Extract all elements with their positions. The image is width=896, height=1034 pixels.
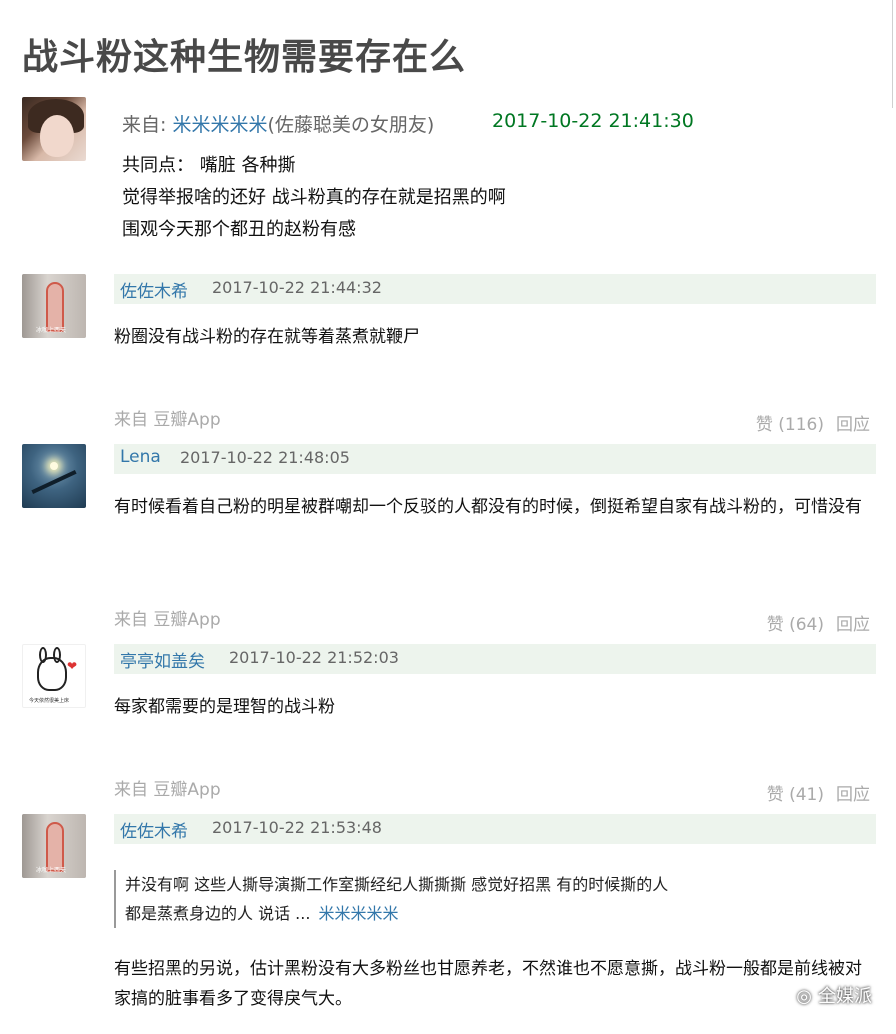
comment-user-link[interactable]: 亭亭如盖矣	[120, 647, 205, 672]
comment-header: 佐佐木希 2017-10-22 21:53:48	[114, 814, 876, 844]
comment-time: 2017-10-22 21:53:48	[212, 818, 382, 837]
avatar-caption: 冰咖上西天	[36, 867, 67, 874]
avatar[interactable]: 冰咖上西天	[22, 814, 86, 878]
comment-time: 2017-10-22 21:52:03	[229, 648, 399, 667]
avatar[interactable]	[22, 97, 86, 161]
comment-header: 亭亭如盖矣 2017-10-22 21:52:03	[114, 644, 876, 674]
comment-actions: 赞 (41) 回应	[755, 780, 870, 805]
avatar[interactable]: ❤ 今天依然很美上床	[22, 644, 86, 708]
quote-author-link[interactable]: 米米米米米	[318, 904, 398, 923]
reply-button[interactable]: 回应	[836, 415, 870, 435]
reply-button[interactable]: 回应	[836, 785, 870, 805]
post-author-link[interactable]: 米米米米米	[172, 114, 267, 136]
watermark-text: 全媒派	[818, 986, 872, 1007]
comment-header: 佐佐木希 2017-10-22 21:44:32	[114, 274, 876, 304]
like-button[interactable]: 赞 (116)	[756, 415, 824, 435]
comment-text: 有时候看着自己粉的明星被群嘲却一个反驳的人都没有的时候，倒挺希望自家有战斗粉的，…	[114, 497, 862, 517]
comment-user-link[interactable]: Lena	[120, 447, 161, 467]
post-line: 围观今天那个都丑的赵粉有感	[122, 219, 356, 240]
post-line: 觉得举报啥的还好 战斗粉真的存在就是招黑的啊	[122, 187, 506, 208]
comment-text: 有些招黑的另说，估计黑粉没有大多粉丝也甘愿养老，不然谁也不愿意撕，战斗粉一般都是…	[114, 959, 862, 1009]
post-author-suffix: (佐藤聪美の女朋友)	[267, 114, 435, 136]
comment-time: 2017-10-22 21:44:32	[212, 278, 382, 297]
comment-header: Lena 2017-10-22 21:48:05	[114, 444, 876, 474]
page-title: 战斗粉这种生物需要存在么	[22, 37, 467, 78]
comment-source: 来自 豆瓣App	[114, 780, 221, 800]
watermark: ◎ 全媒派	[796, 982, 872, 1008]
comment-time: 2017-10-22 21:48:05	[180, 448, 350, 467]
post-body: 共同点： 嘴脏 各种撕 觉得举报啥的还好 战斗粉真的存在就是招黑的啊 围观今天那…	[122, 150, 506, 246]
avatar-caption: 冰咖上西天	[36, 327, 67, 334]
like-button[interactable]: 赞 (41)	[767, 785, 824, 805]
avatar[interactable]	[22, 444, 86, 508]
quoted-comment: 并没有啊 这些人撕导演撕工作室撕经纪人撕撕撕 感觉好招黑 有的时候撕的人都是蒸煮…	[114, 870, 674, 928]
comment-source: 来自 豆瓣App	[114, 610, 221, 630]
comment-actions: 赞 (64) 回应	[755, 610, 870, 635]
comment-text: 粉圈没有战斗粉的存在就等着蒸煮就鞭尸	[114, 327, 420, 347]
like-button[interactable]: 赞 (64)	[767, 615, 824, 635]
heart-icon: ❤	[67, 659, 78, 673]
scrollbar[interactable]	[892, 0, 896, 108]
avatar-caption: 今天依然很美上床	[29, 698, 70, 704]
comment-user-link[interactable]: 佐佐木希	[120, 277, 188, 302]
post-timestamp: 2017-10-22 21:41:30	[492, 110, 694, 132]
reply-button[interactable]: 回应	[836, 615, 870, 635]
comment-source: 来自 豆瓣App	[114, 410, 221, 430]
comment-text: 每家都需要的是理智的战斗粉	[114, 697, 335, 717]
comment-actions: 赞 (116) 回应	[744, 410, 870, 435]
comment-user-link[interactable]: 佐佐木希	[120, 817, 188, 842]
post-line: 共同点： 嘴脏 各种撕	[122, 155, 296, 176]
wechat-icon: ◎	[796, 986, 812, 1007]
from-label: 来自:	[122, 114, 167, 136]
avatar[interactable]: 冰咖上西天	[22, 274, 86, 338]
post-meta: 来自: 米米米米米(佐藤聪美の女朋友)	[122, 110, 434, 137]
